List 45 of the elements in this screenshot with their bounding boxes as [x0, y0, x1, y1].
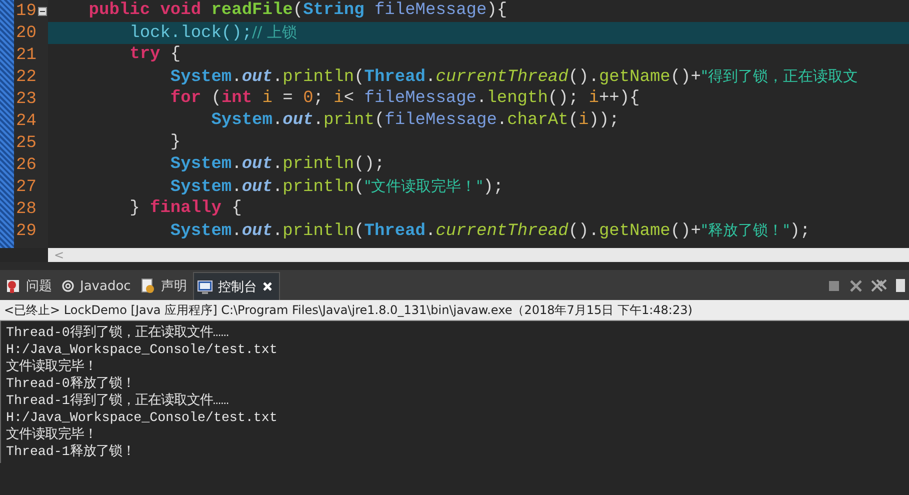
view-tab[interactable]: Javadoc [58, 272, 137, 300]
line-number: 21 [16, 46, 36, 64]
line-number: 20 [16, 24, 36, 42]
code-line: System.out.println(); [169, 154, 385, 176]
console-output-line: Thread-0得到了锁，正在读取文件…… [6, 324, 229, 341]
console-output-line: Thread-0释放了锁！ [6, 375, 135, 392]
view-tab[interactable]: 声明 [136, 272, 193, 300]
code-line: } [169, 132, 181, 154]
remove-all-icon[interactable] [871, 279, 887, 293]
line-number: 22 [16, 68, 36, 86]
code-line: System.out.print(fileMessage.charAt(i)); [210, 110, 620, 132]
code-line: public void readFile(String fileMessage){ [88, 0, 508, 22]
view-tab[interactable]: 问题 [2, 272, 58, 300]
view-tab[interactable]: 控制台 [192, 272, 280, 300]
console-output-line: 文件读取完毕！ [6, 426, 97, 443]
document-icon[interactable] [895, 278, 905, 294]
close-icon[interactable] [262, 281, 273, 292]
code-line: for (int i = 0; i< fileMessage.length(); i++){ [169, 88, 640, 110]
console-output-line: Thread-1释放了锁！ [6, 443, 135, 460]
console-header: <已终止> LockDemo [Java 应用程序] C:\Program Files\Java\jre1.8.0_131\bin\javaw.exe（2018年7月15日 下午1:48:23) [0, 300, 909, 321]
code-line: lock.lock();// 上锁 [128, 22, 297, 45]
console-output-line: H:/Java_Workspace_Console/test.txt [6, 341, 278, 358]
line-number: 28 [16, 200, 36, 218]
code-line: System.out.println("文件读取完毕！"); [169, 176, 504, 199]
console-output-line: Thread-1得到了锁，正在读取文件…… [6, 392, 229, 409]
at-sign-icon [61, 278, 75, 294]
line-number: 23 [16, 90, 36, 108]
line-number: 19 [16, 2, 36, 20]
console-output-line: 文件读取完毕！ [6, 358, 97, 375]
code-line: System.out.println(Thread.currentThread().getName()+"释放了锁！"); [169, 220, 810, 243]
line-number: 25 [16, 134, 36, 152]
fold-icon[interactable] [38, 6, 48, 16]
code-line: } finally { [128, 198, 242, 220]
stop-icon[interactable] [827, 279, 841, 293]
line-number: 26 [16, 156, 36, 174]
code-line: try { [128, 44, 181, 66]
line-number: 29 [16, 222, 36, 240]
document-icon [140, 278, 156, 294]
code-line: System.out.println(Thread.currentThread().getName()+"得到了锁，正在读取文 [169, 66, 858, 89]
console-output-line: H:/Java_Workspace_Console/test.txt [6, 409, 278, 426]
line-number: 24 [16, 112, 36, 130]
bug-icon [5, 278, 21, 294]
monitor-icon [196, 278, 213, 294]
line-number: 27 [16, 178, 36, 196]
remove-icon[interactable] [849, 279, 863, 293]
